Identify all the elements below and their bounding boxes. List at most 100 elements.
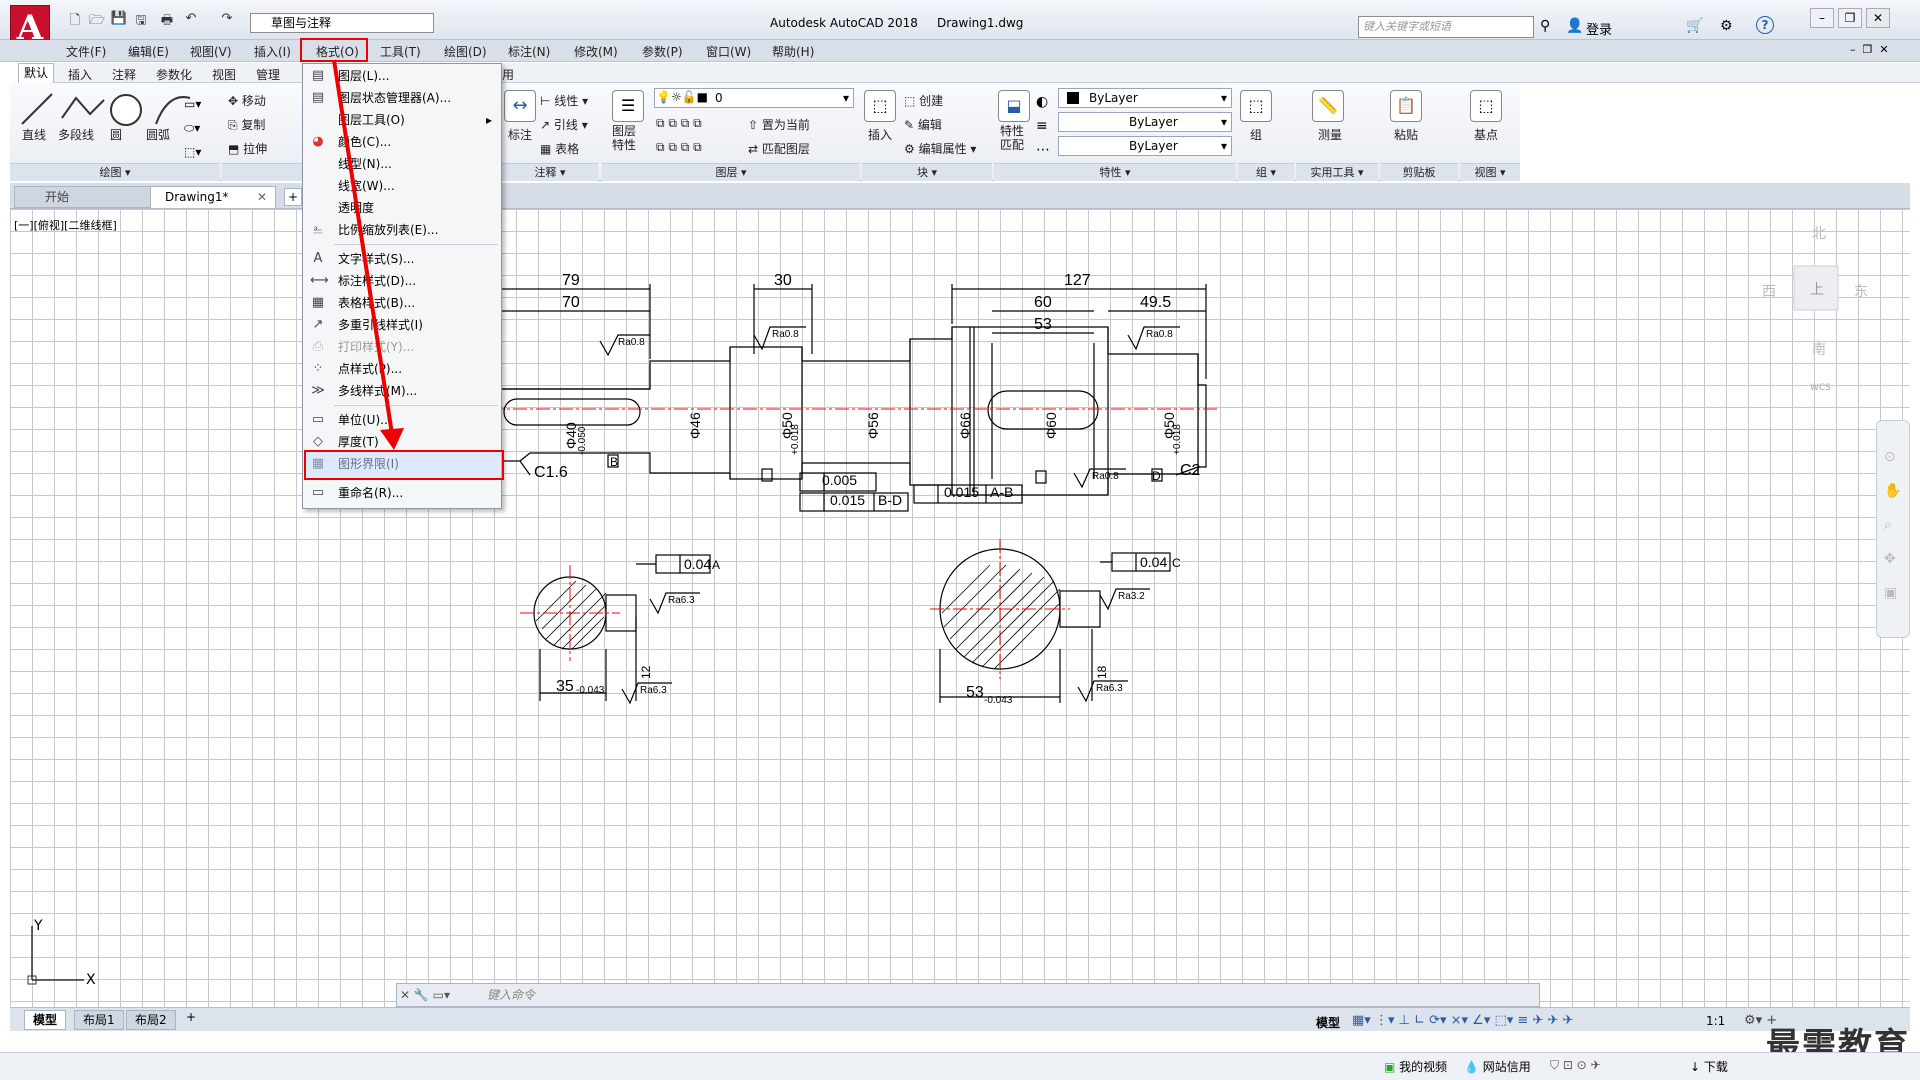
plot-icon[interactable]: 🖶 [158, 11, 176, 29]
draw-panel-footer[interactable]: 绘图 ▾ [10, 163, 220, 181]
layers-panel-footer[interactable]: 图层 ▾ [602, 163, 860, 181]
menu-modify[interactable]: 修改(M) [574, 43, 618, 60]
dimension-icon[interactable]: ↔ [504, 90, 536, 122]
menu-dimension[interactable]: 标注(N) [508, 43, 550, 60]
arc-tool-label[interactable]: 圆弧 [146, 126, 170, 143]
viewcube-east[interactable]: 东 [1854, 284, 1868, 300]
menu-parametric[interactable]: 参数(P) [642, 43, 683, 60]
linetype-combo[interactable]: ByLayer ▾ [1058, 112, 1232, 132]
taskbar-icons[interactable]: ⛉ ⊡ ⊙ ✈ [1550, 1058, 1601, 1073]
stretch-tool[interactable]: ⬒ 拉伸 [228, 140, 267, 157]
search-input[interactable]: 键入关键字或短语 [1358, 16, 1534, 38]
annotation-panel-footer[interactable]: 注释 ▾ [502, 163, 598, 181]
properties-panel-footer[interactable]: 特性 ▾ [994, 163, 1236, 181]
modify-panel-footer[interactable] [222, 163, 302, 181]
save-as-icon[interactable]: 🖫 [132, 11, 150, 29]
clipboard-panel-footer[interactable]: 剪贴板 [1380, 163, 1458, 181]
line-tool-label[interactable]: 直线 [22, 126, 46, 143]
menu-window[interactable]: 窗口(W) [706, 43, 751, 60]
basepoint-label[interactable]: 基点 [1474, 126, 1498, 143]
tab-parametric[interactable]: 参数化 [156, 66, 192, 83]
maximize-button[interactable]: ❐ [1838, 8, 1862, 28]
annotation-scale[interactable]: 1:1 [1706, 1014, 1725, 1028]
binoculars-icon[interactable]: ⚲ [1540, 18, 1550, 34]
undo-icon[interactable]: ↶ [182, 11, 200, 29]
groups-panel-footer[interactable]: 组 ▾ [1238, 163, 1294, 181]
layer-tool-icons[interactable]: ⧉ ⧉ ⧉ ⧉ [656, 116, 702, 131]
tab-model[interactable]: 模型 [24, 1010, 67, 1030]
taskbar-download[interactable]: ↓ 下载 [1690, 1058, 1728, 1075]
login-link[interactable]: 登录 [1586, 19, 1612, 38]
viewcube-top[interactable]: 上 [1810, 282, 1824, 298]
set-current-layer[interactable]: ⇧ 置为当前 [748, 116, 810, 133]
viewcube-south[interactable]: 南 [1812, 342, 1826, 356]
tab-default[interactable]: 默认 [18, 63, 54, 83]
paste-icon[interactable]: 📋 [1390, 90, 1422, 122]
dimension-label[interactable]: 标注 [508, 126, 532, 143]
match-properties-label[interactable]: 特性 匹配 [1000, 124, 1024, 152]
workspace-selector[interactable]: 草图与注释 [250, 13, 434, 33]
close-button[interactable]: ✕ [1866, 8, 1890, 28]
circle-tool-label[interactable]: 圆 [110, 126, 122, 143]
tab-drawing1[interactable]: Drawing1* ✕ [150, 186, 276, 208]
new-file-icon[interactable]: 🗋 [66, 11, 84, 29]
group-icon[interactable]: ⬚ [1240, 90, 1272, 122]
help-icon[interactable]: ? [1756, 16, 1774, 34]
close-tab-icon[interactable]: ✕ [257, 187, 267, 207]
create-block[interactable]: ⬚ 创建 [904, 92, 943, 109]
taskbar-credit[interactable]: 💧 网站信用 [1464, 1058, 1531, 1075]
layer-tool-icons-2[interactable]: ⧉ ⧉ ⧉ ⧉ [656, 140, 702, 155]
redo-icon[interactable]: ↷ [218, 11, 236, 29]
measure-label[interactable]: 测量 [1318, 126, 1342, 143]
tab-annotate[interactable]: 注释 [112, 66, 136, 83]
tab-manage[interactable]: 管理 [256, 66, 280, 83]
match-properties-icon[interactable]: ⬓ [998, 90, 1030, 122]
command-line-icons[interactable]: ✕ 🔧 ▭▾ [400, 988, 450, 1002]
layer-properties-label[interactable]: 图层 特性 [612, 124, 636, 152]
viewcube-north[interactable]: 北 [1812, 226, 1826, 242]
doc-window-controls[interactable]: – ❐ ✕ [1850, 43, 1889, 56]
tab-insert[interactable]: 插入 [68, 66, 92, 83]
tab-view[interactable]: 视图 [212, 66, 236, 83]
insert-block-icon[interactable]: ⬚ [864, 90, 896, 122]
tab-more[interactable]: 用 [502, 66, 514, 83]
menu-file[interactable]: 文件(F) [66, 43, 106, 60]
save-icon[interactable]: 💾 [110, 11, 128, 29]
lineweight-combo[interactable]: ByLayer ▾ [1058, 136, 1232, 156]
view-panel-footer[interactable]: 视图 ▾ [1460, 163, 1520, 181]
block-panel-footer[interactable]: 块 ▾ [862, 163, 992, 181]
cart-icon[interactable]: 🛒 [1686, 18, 1703, 34]
polyline-tool-label[interactable]: 多段线 [58, 126, 94, 143]
tab-start[interactable]: 开始 [14, 186, 154, 208]
tab-layout1[interactable]: 布局1 [74, 1010, 124, 1030]
utilities-panel-footer[interactable]: 实用工具 ▾ [1296, 163, 1378, 181]
open-file-icon[interactable]: 🗁 [88, 11, 106, 29]
draw-small-icons[interactable]: ▭▾ ⬭▾ ⬚▾ [184, 92, 201, 164]
menu-help[interactable]: 帮助(H) [772, 43, 814, 60]
paste-label[interactable]: 粘贴 [1394, 126, 1418, 143]
layer-properties-icon[interactable]: ☰ [612, 90, 644, 122]
taskbar-video[interactable]: ▣ 我的视频 [1384, 1058, 1447, 1075]
match-layer[interactable]: ⇄ 匹配图层 [748, 140, 810, 157]
viewcube[interactable]: 北 西 东 南 上 [1760, 226, 1870, 356]
linear-dim-tool[interactable]: ⊢ 线性 ▾ [540, 92, 588, 109]
tab-layout2[interactable]: 布局2 [126, 1010, 176, 1030]
menu-item-rename[interactable]: ▭ 重命名(R)... [302, 482, 500, 504]
add-layout-button[interactable]: + [186, 1010, 196, 1024]
move-tool[interactable]: ✥ 移动 [228, 92, 266, 109]
status-toggles[interactable]: ▦▾ ⋮▾ ⊥ ∟ ⟳▾ ⨯▾ ∠▾ ⬚▾ ≡ ✈ ✈ ✈ [1352, 1013, 1573, 1028]
viewcube-west[interactable]: 西 [1762, 284, 1776, 300]
color-combo[interactable]: ByLayer ▾ [1058, 88, 1232, 108]
minimize-button[interactable]: – [1810, 8, 1834, 28]
command-line-input[interactable]: 键入命令 [396, 983, 1540, 1007]
basepoint-icon[interactable]: ⬚ [1470, 90, 1502, 122]
measure-icon[interactable]: 📏 [1312, 90, 1344, 122]
menu-view[interactable]: 视图(V) [190, 43, 232, 60]
copy-tool[interactable]: ⎘ 复制 [228, 116, 265, 133]
exchange-icon[interactable]: ⚙ [1720, 18, 1733, 34]
table-tool[interactable]: ▦ 表格 [540, 140, 579, 157]
nav-icons[interactable]: ⊙ ✋ ⌕ ✥ ▣ [1884, 440, 1901, 610]
status-model[interactable]: 模型 [1316, 1014, 1340, 1031]
menu-insert[interactable]: 插入(I) [254, 43, 291, 60]
leader-tool[interactable]: ↗ 引线 ▾ [540, 116, 588, 133]
